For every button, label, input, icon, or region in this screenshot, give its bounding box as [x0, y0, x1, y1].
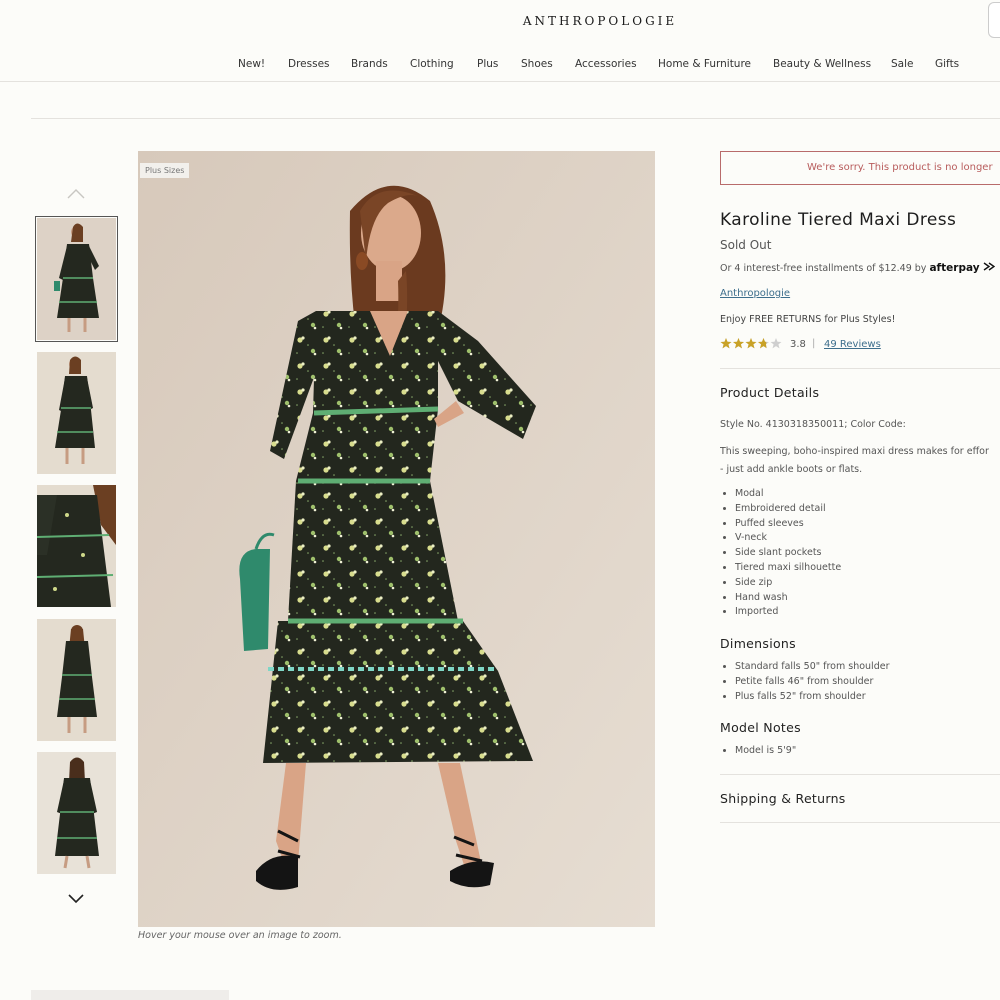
nav-item-plus[interactable]: Plus: [477, 58, 498, 70]
nav-item-home-furniture[interactable]: Home & Furniture: [658, 58, 751, 70]
nav-item-beauty-wellness[interactable]: Beauty & Wellness: [773, 58, 871, 70]
nav-item-dresses[interactable]: Dresses: [288, 58, 330, 70]
header-divider: [0, 81, 1000, 82]
feature-item: Tiered maxi silhouette: [735, 561, 841, 576]
rating-separator: |: [812, 338, 816, 349]
thumbnail-up-button[interactable]: [62, 184, 90, 204]
feature-item: V-neck: [735, 531, 841, 546]
feature-item: Side slant pockets: [735, 546, 841, 561]
rating-value: 3.8: [790, 339, 806, 350]
afterpay-logo[interactable]: afterpay: [929, 262, 979, 274]
model-wearing-dress-image: [138, 151, 655, 927]
chevron-up-icon: [67, 189, 85, 199]
nav-item-shoes[interactable]: Shoes: [521, 58, 553, 70]
free-returns-text: Enjoy FREE RETURNS for Plus Styles!: [720, 314, 896, 325]
dimensions-list: Standard falls 50" from shoulder Petite …: [722, 660, 889, 704]
model-note-item: Model is 5'9": [735, 744, 796, 759]
thumbnail-1[interactable]: [35, 216, 118, 342]
dimension-item: Standard falls 50" from shoulder: [735, 660, 889, 675]
star-rating-icon: [720, 338, 782, 349]
feature-item: Puffed sleeves: [735, 517, 841, 532]
style-number: Style No. 4130318350011; Color Code:: [720, 419, 906, 430]
footer-bar: [31, 990, 229, 1000]
shipping-divider-top: [720, 774, 1000, 775]
model-notes-heading: Model Notes: [720, 720, 801, 735]
description-line: - just add ankle boots or flats.: [720, 464, 863, 475]
breadcrumb-divider: [31, 118, 1000, 119]
feature-item: Embroidered detail: [735, 502, 841, 517]
main-nav: New! Dresses Brands Clothing Plus Shoes …: [0, 58, 1000, 72]
shipping-divider-bottom: [720, 822, 1000, 823]
product-description: This sweeping, boho-inspired maxi dress …: [720, 443, 1000, 479]
dress-back-thumbnail: [37, 619, 116, 741]
nav-item-sale[interactable]: Sale: [891, 58, 913, 70]
dress-front-thumbnail: [37, 352, 116, 474]
nav-item-gifts[interactable]: Gifts: [935, 58, 959, 70]
nav-item-brands[interactable]: Brands: [351, 58, 388, 70]
nav-item-clothing[interactable]: Clothing: [410, 58, 454, 70]
product-main-image[interactable]: Plus Sizes: [138, 151, 655, 927]
product-details-heading[interactable]: Product Details: [720, 385, 819, 400]
installments-label: Or 4 interest-free installments of $12.4…: [720, 263, 927, 274]
thumbnail-2[interactable]: [37, 352, 116, 474]
description-line: This sweeping, boho-inspired maxi dress …: [720, 446, 989, 457]
dimension-item: Plus falls 52" from shoulder: [735, 690, 889, 705]
feature-item: Hand wash: [735, 591, 841, 606]
details-divider: [720, 368, 1000, 369]
feature-item: Modal: [735, 487, 841, 502]
search-input[interactable]: [988, 2, 1000, 38]
zoom-hint: Hover your mouse over an image to zoom.: [138, 930, 342, 941]
dress-plus-model-thumbnail: [37, 752, 116, 874]
site-logo[interactable]: ANTHROPOLOGIE: [0, 14, 1000, 28]
plus-sizes-badge: Plus Sizes: [140, 163, 190, 178]
dimensions-heading: Dimensions: [720, 636, 796, 651]
product-status: Sold Out: [720, 238, 772, 252]
dress-detail-thumbnail: [37, 485, 116, 607]
unavailable-notice: We're sorry. This product is no longer: [720, 151, 1000, 185]
chevron-down-icon: [68, 894, 84, 904]
thumbnail-3[interactable]: [37, 485, 116, 607]
thumbnail-4[interactable]: [37, 619, 116, 741]
reviews-link[interactable]: 49 Reviews: [824, 339, 881, 350]
nav-item-accessories[interactable]: Accessories: [575, 58, 637, 70]
model-notes-list: Model is 5'9": [722, 744, 796, 759]
feature-item: Imported: [735, 605, 841, 620]
nav-item-new[interactable]: New!: [238, 58, 265, 70]
feature-item: Side zip: [735, 576, 841, 591]
thumbnail-down-button[interactable]: [62, 890, 90, 910]
thumbnail-5[interactable]: [37, 752, 116, 874]
feature-list: Modal Embroidered detail Puffed sleeves …: [722, 487, 841, 620]
product-title: Karoline Tiered Maxi Dress: [720, 210, 957, 230]
dress-front-thumbnail: [37, 218, 116, 340]
afterpay-arrows-icon: [983, 262, 995, 271]
dimension-item: Petite falls 46" from shoulder: [735, 675, 889, 690]
brand-link[interactable]: Anthropologie: [720, 288, 790, 299]
shipping-returns-heading[interactable]: Shipping & Returns: [720, 791, 846, 806]
installments-text: Or 4 interest-free installments of $12.4…: [720, 262, 995, 274]
